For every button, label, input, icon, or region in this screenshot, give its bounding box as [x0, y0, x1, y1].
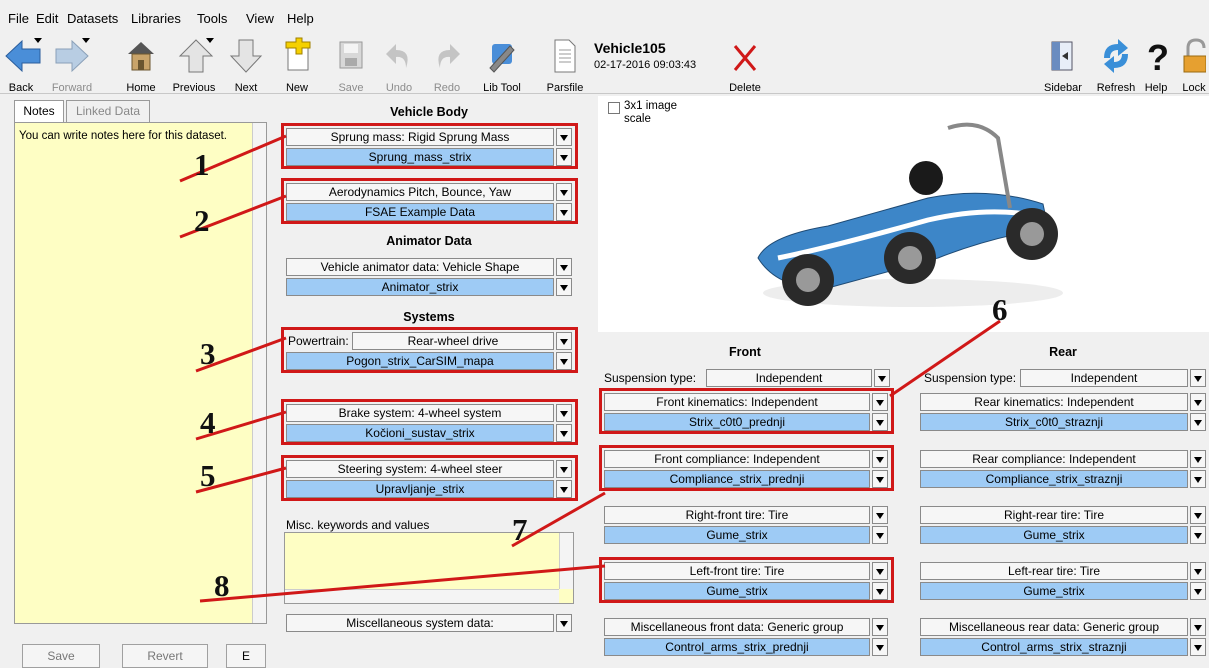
callout-number-4: 4: [200, 405, 216, 440]
callout-lines: [179, 134, 1001, 603]
callout-number-5: 5: [200, 458, 216, 493]
callout-number-6: 6: [992, 292, 1008, 327]
callout-number-1: 1: [194, 147, 210, 182]
callout-number-2: 2: [194, 203, 210, 238]
callout-number-7: 7: [512, 512, 528, 547]
callout-number-8: 8: [214, 568, 230, 603]
callout-number-3: 3: [200, 336, 216, 371]
